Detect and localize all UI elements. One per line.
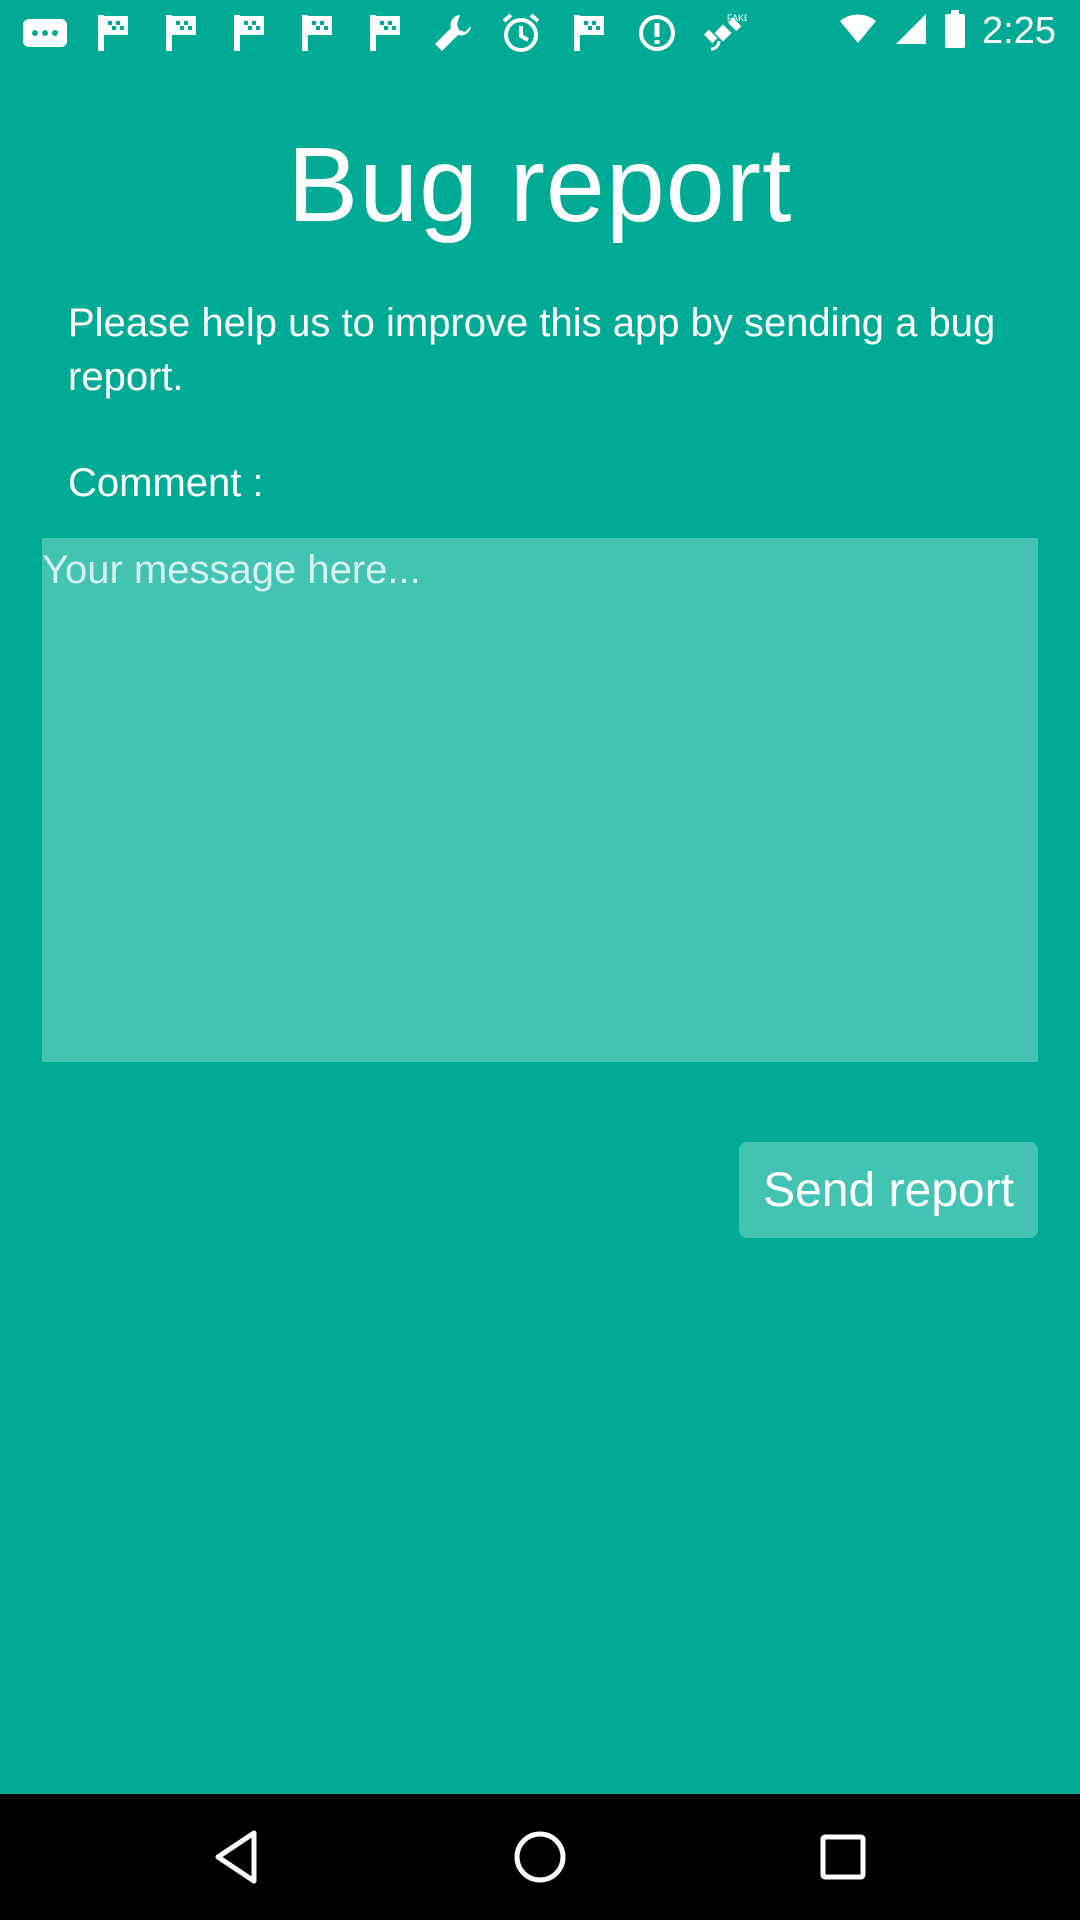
flag-icon [226,10,272,56]
flag-icon [566,10,612,56]
system-status: 2:25 [838,8,1056,54]
send-report-button[interactable]: Send report [739,1142,1038,1238]
svg-text:FAKE: FAKE [727,13,747,23]
back-icon[interactable] [204,1824,270,1890]
message-input[interactable] [42,538,1038,1062]
wrench-icon [430,10,476,56]
notification-icons: FAKE [22,10,748,56]
flag-icon [294,10,340,56]
navigation-bar [0,1794,1080,1920]
wifi-icon [838,13,878,50]
alarm-icon [498,10,544,56]
comment-label: Comment : [68,461,264,505]
recent-apps-icon[interactable] [810,1824,876,1890]
clock: 2:25 [982,9,1056,52]
intro-text: Please help us to improve this app by se… [68,301,996,399]
signal-icon [894,12,928,51]
more-icon [22,10,68,56]
home-icon[interactable] [507,1824,573,1890]
status-bar: FAKE 2:25 [0,0,1080,66]
info-icon [634,10,680,56]
satellite-icon: FAKE [702,10,748,56]
flag-icon [362,10,408,56]
battery-icon [944,9,966,53]
flag-icon [158,10,204,56]
flag-icon [90,10,136,56]
page-title: Bug report [287,126,793,244]
